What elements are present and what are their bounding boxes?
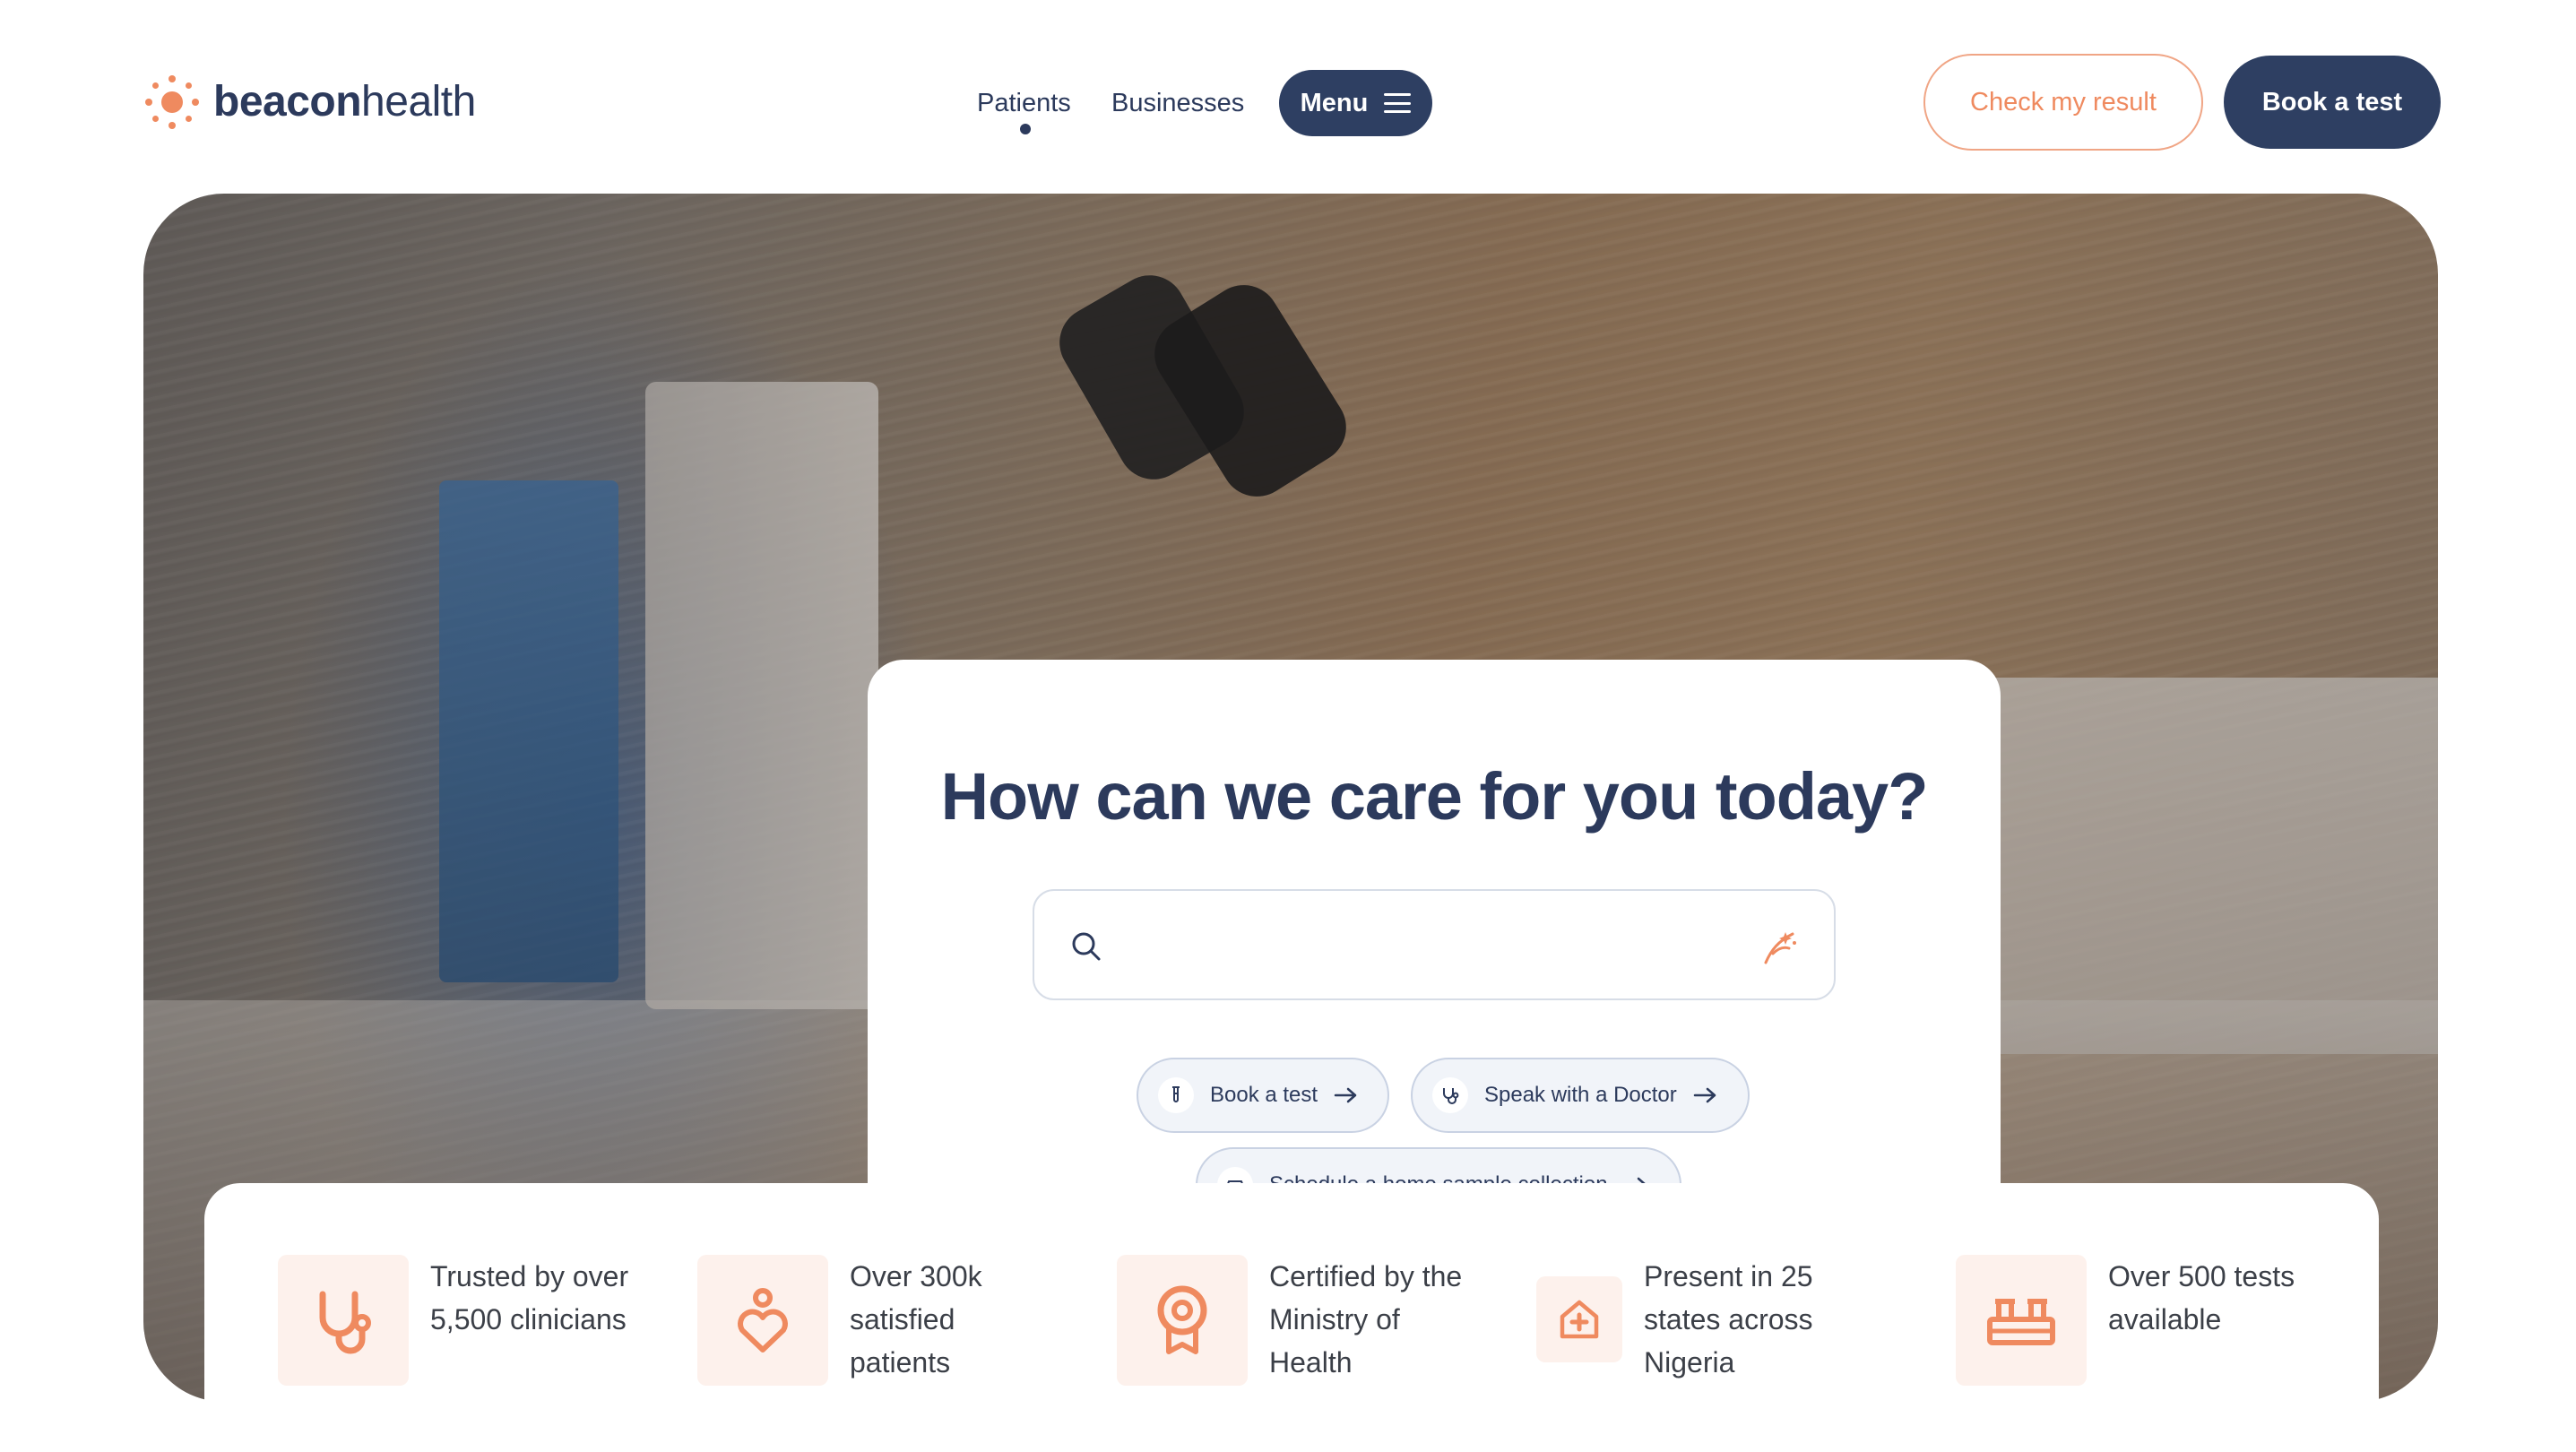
sun-dots-icon [145,75,199,129]
stat-item: Certified by the Ministry of Health [1117,1255,1462,1386]
stat-text: Over 300k satisfied patients [850,1255,982,1386]
stat-line: Nigeria [1644,1346,1735,1379]
stat-line: Trusted by over [430,1260,629,1292]
header-book-test-label: Book a test [2261,87,2403,117]
menu-button[interactable]: Menu [1279,70,1432,136]
stat-text: Trusted by over 5,500 clinicians [430,1255,628,1386]
nav-active-indicator [1020,124,1031,134]
stat-line: states across [1644,1303,1813,1335]
arrow-right-icon [1693,1087,1716,1103]
stat-item: Trusted by over 5,500 clinicians [278,1255,628,1386]
quick-action-label: Book a test [1210,1083,1318,1107]
stat-line: Health [1269,1346,1353,1379]
stat-line: Over 300k [850,1260,982,1292]
award-badge-icon [1117,1255,1248,1386]
stat-item: Over 500 tests available [1956,1255,2295,1386]
heart-person-icon [697,1255,828,1386]
stat-item: Present in 25 states across Nigeria [1536,1255,1813,1384]
stat-text: Over 500 tests available [2108,1255,2295,1386]
menu-button-label: Menu [1300,88,1369,117]
test-rack-icon [1956,1255,2087,1386]
trust-stats-bar: Trusted by over 5,500 clinicians Over 30… [204,1183,2379,1452]
nav-businesses[interactable]: Businesses [1111,70,1244,136]
stat-line: available [2108,1303,2222,1335]
stethoscope-icon [1432,1077,1468,1113]
brand-logo[interactable]: beaconhealth [143,73,476,131]
stat-line: Ministry of [1269,1303,1400,1335]
stat-item: Over 300k satisfied patients [697,1255,982,1386]
test-tube-icon [1158,1077,1194,1113]
brand-name-light: health [361,78,476,125]
stat-line: Certified by the [1269,1260,1463,1292]
stethoscope-icon [278,1255,409,1386]
stat-line: Present in 25 [1644,1260,1813,1292]
stat-line: Over 500 tests [2108,1260,2295,1292]
quick-action-speak-doctor[interactable]: Speak with a Doctor [1411,1058,1750,1133]
page-title: How can we care for you today? [940,759,1929,834]
stat-text: Present in 25 states across Nigeria [1644,1255,1813,1384]
nav-businesses-label: Businesses [1111,88,1245,117]
quick-action-label: Speak with a Doctor [1484,1083,1677,1107]
nav-patients-label: Patients [977,88,1071,117]
sparkle-icon[interactable] [1759,927,1800,968]
brand-name: beaconhealth [213,81,476,124]
stat-line: 5,500 clinicians [430,1303,627,1335]
hamburger-icon [1384,93,1412,113]
site-header: beaconhealth Patients Businesses Menu Ch… [0,0,2576,193]
check-result-button[interactable]: Check my result [1923,54,2203,151]
quick-action-book-test[interactable]: Book a test [1137,1058,1389,1133]
check-result-label: Check my result [1970,87,2157,117]
brand-name-bold: beacon [213,78,362,125]
search-input[interactable] [1124,918,1707,975]
search-icon [1072,932,1101,961]
search-bar[interactable] [1033,889,1836,1000]
stat-text: Certified by the Ministry of Health [1269,1255,1462,1386]
stat-line: patients [850,1346,951,1379]
stat-line: satisfied [850,1303,955,1335]
arrow-right-icon [1334,1087,1357,1103]
header-book-test-button[interactable]: Book a test [2224,56,2441,149]
hospital-icon [1536,1276,1622,1362]
